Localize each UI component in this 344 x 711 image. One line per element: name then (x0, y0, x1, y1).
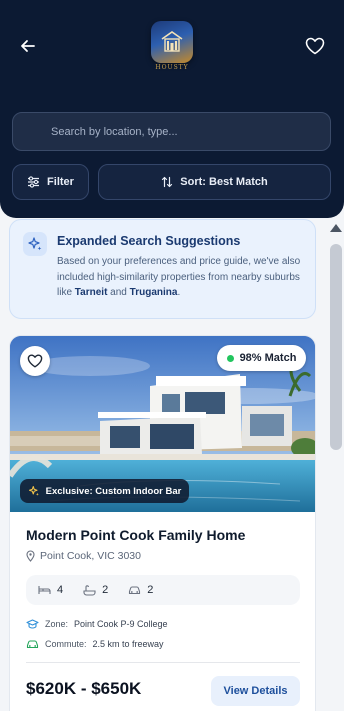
suburb-tarneit: Tarneit (74, 287, 108, 298)
sliders-icon (28, 176, 40, 188)
arrow-left-icon (21, 40, 35, 52)
back-button[interactable] (16, 34, 40, 58)
suggestion-joiner: and (107, 287, 130, 298)
exclusive-text: Exclusive: Custom Indoor Bar (45, 485, 182, 497)
app-logo (151, 21, 193, 63)
bath-icon (83, 584, 96, 596)
beds-count: 4 (57, 584, 64, 596)
match-text: 98% Match (239, 352, 297, 364)
search-bar[interactable] (12, 112, 331, 151)
graduation-cap-icon (26, 619, 39, 629)
sort-label: Sort: Best Match (180, 176, 268, 188)
search-input[interactable] (13, 113, 330, 150)
scroll-thumb[interactable] (330, 244, 342, 450)
commute-row: Commute: 2.5 km to freeway (26, 639, 164, 649)
match-dot (226, 354, 234, 362)
house-logo-icon (161, 31, 183, 52)
map-pin-icon (26, 550, 35, 562)
zone-row: Zone: Point Cook P-9 College (26, 619, 168, 629)
zone-label: Zone: (45, 619, 69, 629)
car-icon (26, 640, 39, 649)
listing-title: Modern Point Cook Family Home (26, 527, 246, 543)
beds-feature: 4 (38, 584, 63, 596)
sparkle-icon (28, 485, 39, 496)
commute-label: Commute: (45, 639, 87, 649)
sort-arrows-icon (162, 176, 173, 188)
match-badge: 98% Match (217, 345, 306, 371)
listing-card[interactable]: 98% Match Exclusive: Custom Indoor Bar M… (9, 335, 316, 711)
logo-text: HOUSTY (155, 64, 189, 71)
suggestion-end: . (177, 287, 181, 298)
sort-button[interactable]: Sort: Best Match (98, 164, 331, 200)
listing-price: $620K - $650K (26, 679, 142, 698)
listing-location: Point Cook, VIC 3030 (26, 550, 141, 562)
favorites-button[interactable] (303, 34, 327, 58)
filter-label: Filter (47, 176, 74, 188)
page-scrollbar[interactable] (328, 220, 344, 711)
cars-feature: 2 (128, 584, 153, 596)
suggestion-title: Expanded Search Suggestions (57, 234, 241, 248)
cars-count: 2 (147, 584, 154, 596)
listing-photo[interactable]: 98% Match Exclusive: Custom Indoor Bar (10, 336, 315, 512)
card-divider (26, 662, 300, 663)
commute-value: 2.5 km to freeway (92, 639, 164, 649)
suburb-truganina: Truganina (129, 287, 178, 298)
app-header: HOUSTY Filter Sort: Best Match (0, 0, 344, 218)
exclusive-badge: Exclusive: Custom Indoor Bar (20, 479, 189, 503)
view-details-button[interactable]: View Details (211, 676, 300, 706)
zone-value: Point Cook P-9 College (74, 619, 168, 629)
bed-icon (38, 586, 51, 594)
save-listing-button[interactable] (20, 346, 50, 376)
suggestion-banner: Expanded Search Suggestions Based on you… (9, 219, 316, 319)
heart-icon (27, 354, 43, 368)
feature-row: 4 2 2 (26, 575, 300, 605)
scroll-up-arrow[interactable] (330, 224, 342, 232)
car-icon (129, 586, 141, 595)
heart-icon (305, 37, 325, 55)
baths-feature: 2 (83, 584, 108, 596)
sparkle-icon (23, 232, 47, 256)
filter-button[interactable]: Filter (12, 164, 89, 200)
baths-count: 2 (102, 584, 109, 596)
suggestion-body: Based on your preferences and price guid… (57, 254, 309, 301)
location-text: Point Cook, VIC 3030 (40, 550, 141, 562)
